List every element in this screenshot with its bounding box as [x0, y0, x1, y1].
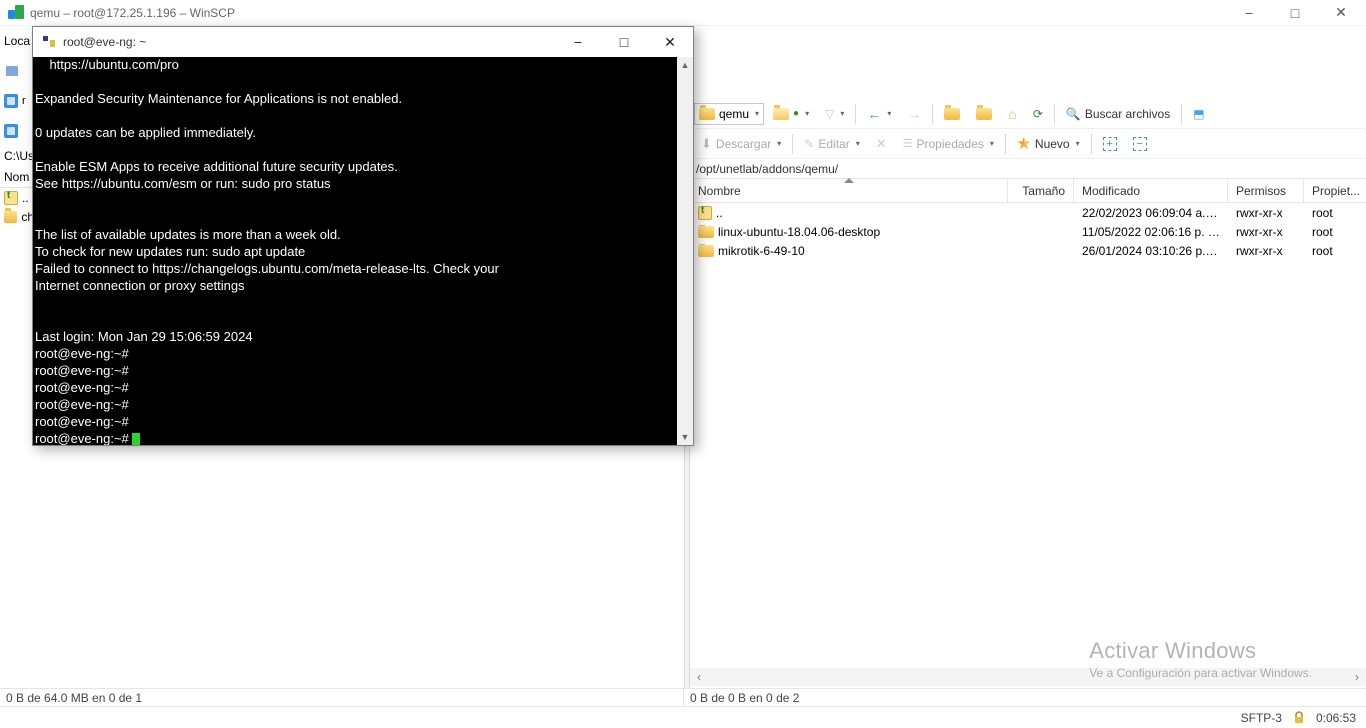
scroll-right-button[interactable]: › [1348, 668, 1366, 686]
terminal-output: https://ubuntu.com/pro Expanded Security… [35, 57, 503, 445]
select-plus-button[interactable]: + [1096, 132, 1124, 156]
separator [1005, 134, 1006, 154]
remote-forward-button[interactable]: → [900, 102, 928, 126]
left-disk-icon[interactable] [0, 116, 34, 146]
remote-path-bar[interactable]: /opt/unetlab/addons/qemu/ [690, 159, 1366, 179]
main-window-titlebar: qemu – root@172.25.1.196 – WinSCP − □ ✕ [0, 0, 1366, 26]
lock-icon [1292, 711, 1306, 725]
remote-address-toolbar: qemu ● ▽ ← → ⌂ ⟳ 🔍 Buscar archivos ⬒ [690, 99, 1366, 129]
remote-action-toolbar: ⬇ Descargar ✎ Editar ✕ ☰ Propiedades Nue… [690, 129, 1366, 159]
new-star-icon [1017, 137, 1031, 151]
scroll-left-button[interactable]: ‹ [690, 668, 708, 686]
file-row[interactable]: mikrotik-6-49-10 26/01/2024 03:10:26 p. … [690, 241, 1366, 260]
separator [1091, 134, 1092, 154]
col-modified[interactable]: Modificado [1074, 179, 1228, 202]
windows-activation-watermark: Activar Windows Ve a Configuración para … [1089, 638, 1312, 680]
left-path: C:\Us [0, 146, 34, 166]
left-row-1[interactable]: ch [0, 207, 34, 226]
watermark-subtitle: Ve a Configuración para activar Windows. [1089, 666, 1312, 680]
folder-icon [698, 226, 714, 238]
left-col-name[interactable]: Nom [0, 166, 34, 188]
folder-icon [698, 245, 714, 257]
select-minus-button[interactable]: − [1126, 132, 1154, 156]
terminal-titlebar[interactable]: root@eve-ng: ~ − □ ✕ [33, 27, 693, 57]
remote-root-button[interactable] [969, 102, 999, 126]
remote-folder-combo[interactable]: qemu [694, 103, 764, 125]
remote-home-button[interactable]: ⌂ [1001, 102, 1023, 126]
scroll-up-button[interactable]: ▲ [677, 57, 693, 73]
separator [792, 134, 793, 154]
terminal-window: root@eve-ng: ~ − □ ✕ https://ubuntu.com/… [32, 26, 694, 446]
separator [855, 104, 856, 124]
col-permissions[interactable]: Permisos [1228, 179, 1304, 202]
file-row[interactable]: linux-ubuntu-18.04.06-desktop 11/05/2022… [690, 222, 1366, 241]
scroll-down-button[interactable]: ▼ [677, 429, 693, 445]
edit-button[interactable]: ✎ Editar [797, 132, 866, 156]
left-panel: Loca r C:\Us Nom .. ch [0, 26, 34, 688]
remote-back-button[interactable]: ← [860, 102, 898, 126]
col-size[interactable]: Tamaño [1008, 179, 1074, 202]
separator [1181, 104, 1182, 124]
remote-list-header: Nombre Tamaño Modificado Permisos Propie… [690, 179, 1366, 203]
separator [1054, 104, 1055, 124]
remote-panel: qemu ● ▽ ← → ⌂ ⟳ 🔍 Buscar archivos ⬒ ⬇ D… [690, 99, 1366, 260]
remote-search-button[interactable]: 🔍 Buscar archivos [1059, 102, 1177, 126]
terminal-minimize-button[interactable]: − [555, 27, 601, 57]
col-name[interactable]: Nombre [690, 179, 1008, 202]
status-bar: 0 B de 64.0 MB en 0 de 1 0 B de 0 B en 0… [0, 688, 1366, 706]
file-row-up[interactable]: .. 22/02/2023 06:09:04 a. m. rwxr-xr-x r… [690, 203, 1366, 222]
remote-search-label: Buscar archivos [1085, 107, 1170, 121]
left-up-row[interactable]: .. [0, 188, 34, 207]
terminal-title: root@eve-ng: ~ [63, 35, 146, 49]
terminal-close-button[interactable]: ✕ [647, 27, 693, 57]
main-minimize-button[interactable]: − [1226, 0, 1272, 25]
main-window-title: qemu – root@172.25.1.196 – WinSCP [30, 6, 1226, 20]
new-label: Nuevo [1035, 137, 1070, 151]
main-maximize-button[interactable]: □ [1272, 0, 1318, 25]
status-bar-bottom: SFTP-3 0:06:53 [0, 706, 1366, 728]
remote-bookmark-button[interactable]: ⬒ [1186, 102, 1211, 126]
terminal-body[interactable]: https://ubuntu.com/pro Expanded Security… [33, 57, 677, 445]
remote-file-list: .. 22/02/2023 06:09:04 a. m. rwxr-xr-x r… [690, 203, 1366, 260]
remote-folder-label: qemu [719, 107, 749, 121]
delete-button[interactable]: ✕ [869, 132, 894, 156]
properties-label: Propiedades [917, 137, 984, 151]
left-label: Loca [0, 26, 34, 56]
watermark-title: Activar Windows [1089, 638, 1312, 664]
left-drive-icon[interactable]: r [0, 86, 34, 116]
edit-label: Editar [818, 137, 849, 151]
separator [932, 104, 933, 124]
terminal-maximize-button[interactable]: □ [601, 27, 647, 57]
remote-filter-button[interactable]: ▽ [818, 102, 851, 126]
terminal-cursor [132, 433, 140, 445]
left-toolbar-icon[interactable] [0, 56, 34, 86]
status-left: 0 B de 64.0 MB en 0 de 1 [0, 689, 683, 706]
remote-path-text: /opt/unetlab/addons/qemu/ [696, 162, 838, 176]
new-button[interactable]: Nuevo [1010, 132, 1087, 156]
remote-refresh-button[interactable]: ⟳ [1026, 102, 1050, 126]
winscp-icon [8, 5, 24, 21]
up-icon [698, 206, 712, 220]
remote-history-button[interactable]: ● [766, 102, 816, 126]
properties-button[interactable]: ☰ Propiedades [896, 132, 1001, 156]
putty-icon [41, 34, 57, 50]
download-label: Descargar [716, 137, 771, 151]
elapsed-time: 0:06:53 [1316, 711, 1356, 725]
main-close-button[interactable]: ✕ [1318, 0, 1364, 25]
remote-up-button[interactable] [937, 102, 967, 126]
download-button[interactable]: ⬇ Descargar [694, 132, 788, 156]
status-right: 0 B de 0 B en 0 de 2 [683, 689, 1366, 706]
col-owner[interactable]: Propiet... [1304, 179, 1364, 202]
terminal-scrollbar[interactable]: ▲ ▼ [677, 57, 693, 445]
protocol-label: SFTP-3 [1241, 711, 1282, 725]
